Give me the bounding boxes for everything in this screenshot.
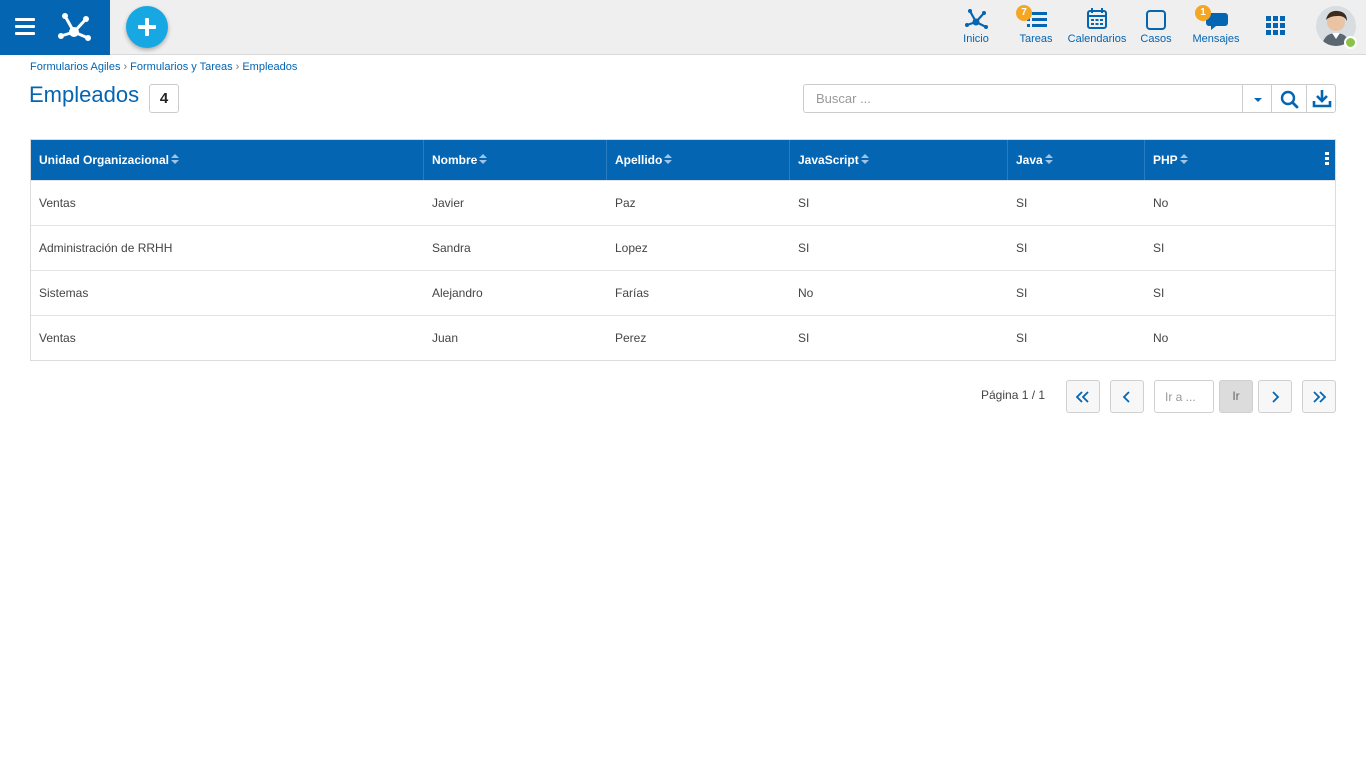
table-cell: Administración de RRHH (39, 241, 173, 255)
breadcrumb-separator: › (235, 61, 240, 73)
table-row[interactable]: Ventas Juan Perez SI SI No (31, 315, 1335, 360)
nav-mensajes-label: Mensajes (1192, 33, 1240, 45)
table-row[interactable]: Administración de RRHH Sandra Lopez SI S… (31, 225, 1335, 270)
column-options-icon[interactable] (1325, 152, 1329, 168)
column-header-label: PHP (1153, 153, 1178, 167)
search-button[interactable] (1271, 84, 1307, 113)
double-chevron-left-icon (1075, 391, 1089, 403)
nav-inicio[interactable]: Inicio (956, 6, 996, 50)
table-cell: SI (1016, 196, 1028, 210)
column-header-label: Apellido (615, 153, 663, 167)
table-cell: Ventas (39, 331, 76, 345)
column-header-php[interactable]: PHP (1145, 140, 1335, 180)
page-title: Empleados (29, 82, 140, 107)
table-cell: Paz (615, 196, 636, 210)
nav-casos-label: Casos (1140, 33, 1172, 45)
column-header-unidad[interactable]: Unidad Organizacional (31, 140, 424, 180)
table-cell: SI (1153, 286, 1165, 300)
nav-inicio-label: Inicio (963, 33, 989, 45)
record-count-badge: 4 (149, 84, 179, 113)
table-cell: Juan (432, 331, 459, 345)
column-header-label: Java (1016, 153, 1043, 167)
search-input[interactable] (803, 84, 1273, 113)
column-header-javascript[interactable]: JavaScript (790, 140, 1008, 180)
table-cell: SI (1016, 331, 1028, 345)
column-header-nombre[interactable]: Nombre (424, 140, 607, 180)
column-header-apellido[interactable]: Apellido (607, 140, 790, 180)
goto-page-input[interactable] (1154, 380, 1214, 413)
nav-tareas[interactable]: 7 Tareas (1016, 5, 1056, 50)
table-row[interactable]: Sistemas Alejandro Farías No SI SI (31, 270, 1335, 315)
logo-icon[interactable] (55, 8, 93, 46)
column-header-label: JavaScript (798, 153, 859, 167)
table-cell: SI (1016, 286, 1028, 300)
sort-icon (1179, 154, 1188, 165)
nav-mensajes[interactable]: 1 Mensajes (1190, 5, 1242, 50)
table-cell: Ventas (39, 196, 76, 210)
menu-icon[interactable] (15, 18, 35, 36)
breadcrumb-item[interactable]: Formularios y Tareas (130, 61, 233, 73)
column-header-java[interactable]: Java (1008, 140, 1145, 180)
table-cell: Sistemas (39, 286, 89, 300)
add-new-button[interactable] (126, 6, 168, 48)
sort-icon (664, 154, 673, 165)
search-options-dropdown[interactable] (1242, 84, 1272, 113)
cases-icon (1146, 10, 1166, 30)
home-tree-icon (965, 9, 988, 29)
top-bar: Inicio 7 Tareas Calendarios Casos 1 Mens… (0, 0, 1366, 55)
column-header-label: Unidad Organizacional (39, 153, 170, 167)
table-cell: SI (1016, 241, 1028, 255)
chevron-right-icon (1272, 391, 1280, 403)
table-cell: Perez (615, 331, 647, 345)
table-cell: Lopez (615, 241, 648, 255)
table-cell: No (1153, 196, 1169, 210)
nav-calendarios-label: Calendarios (1067, 33, 1127, 45)
nav-tareas-label: Tareas (1019, 33, 1053, 45)
calendar-icon (1087, 8, 1107, 29)
table-cell: SI (798, 331, 810, 345)
sort-icon (479, 154, 488, 165)
previous-page-button[interactable] (1110, 380, 1144, 413)
nav-casos[interactable]: Casos (1138, 6, 1174, 50)
page-indicator: Página 1 / 1 (981, 388, 1046, 402)
table-cell: SI (798, 196, 810, 210)
breadcrumb: Formularios Agiles › Formularios y Tareas ›… (30, 61, 297, 73)
online-status-indicator (1344, 36, 1357, 49)
export-button[interactable] (1306, 84, 1336, 113)
sort-icon (860, 154, 869, 165)
table-cell: Sandra (432, 241, 471, 255)
apps-grid-icon[interactable] (1266, 16, 1286, 36)
table-cell: SI (798, 241, 810, 255)
brand-area (0, 0, 110, 55)
search-icon (1280, 90, 1299, 109)
employees-table: Unidad Organizacional Nombre Apellido Ja… (30, 139, 1336, 361)
last-page-button[interactable] (1302, 380, 1336, 413)
column-header-label: Nombre (432, 153, 478, 167)
nav-calendarios[interactable]: Calendarios (1066, 6, 1128, 50)
table-cell: Farías (615, 286, 650, 300)
chevron-left-icon (1122, 391, 1130, 403)
next-page-button[interactable] (1258, 380, 1292, 413)
tasks-badge: 7 (1016, 5, 1032, 21)
table-cell: Javier (432, 196, 465, 210)
breadcrumb-separator: › (123, 61, 128, 73)
table-cell: No (1153, 331, 1169, 345)
sort-icon (1044, 154, 1053, 165)
double-chevron-right-icon (1313, 391, 1327, 403)
breadcrumb-item[interactable]: Formularios Agiles (30, 61, 120, 73)
table-row[interactable]: Ventas Javier Paz SI SI No (31, 180, 1335, 225)
table-header: Unidad Organizacional Nombre Apellido Ja… (31, 140, 1335, 180)
messages-badge: 1 (1195, 5, 1211, 21)
first-page-button[interactable] (1066, 380, 1100, 413)
go-button[interactable]: Ir (1219, 380, 1253, 413)
sort-icon (171, 154, 180, 165)
download-icon (1312, 90, 1332, 108)
table-cell: Alejandro (432, 286, 483, 300)
table-cell: SI (1153, 241, 1165, 255)
table-cell: No (798, 286, 814, 300)
breadcrumb-item-current: Empleados (242, 61, 298, 73)
